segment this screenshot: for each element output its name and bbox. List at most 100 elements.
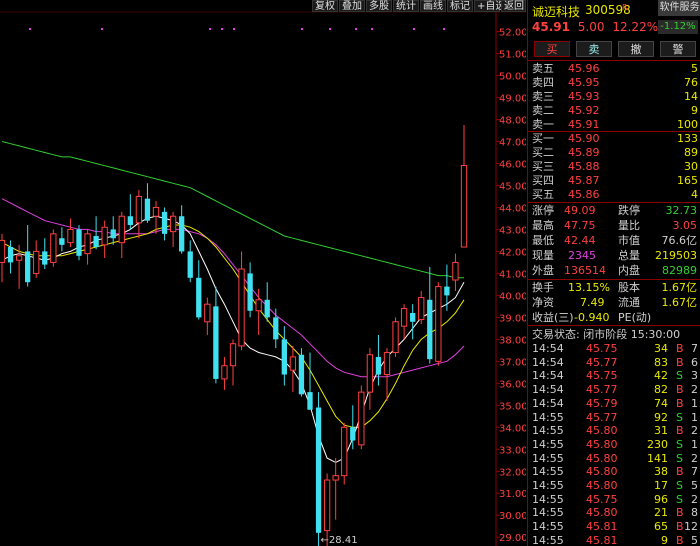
overlay-button[interactable]: 叠加 (339, 0, 365, 12)
y-tick-label: 30.00 (499, 511, 526, 522)
mkt-cap-value: 76.6亿 (661, 234, 698, 247)
eps-value: -0.940 (574, 311, 610, 324)
y-tick-label: 39.00 (499, 313, 526, 324)
trade-time: 14:55 (532, 533, 564, 546)
add-watchlist-button[interactable]: +自选 (474, 0, 505, 12)
inner-value: 82989 (662, 264, 697, 277)
y-tick-label: 46.00 (499, 159, 526, 170)
y-tick-label: 42.00 (499, 247, 526, 258)
candle-body (444, 286, 450, 296)
candle-body (110, 229, 116, 239)
candle-body (213, 306, 219, 379)
fuquan-button[interactable]: 复权 (312, 0, 338, 12)
y-tick-label: 45.00 (499, 181, 526, 192)
event-marker (209, 28, 211, 30)
event-marker (413, 28, 415, 30)
ma60-line (1, 141, 464, 279)
multi-stock-button[interactable]: 多股 (366, 0, 392, 12)
candle-body (392, 321, 399, 354)
y-tick-label: 43.00 (499, 225, 526, 236)
candle-body (307, 392, 313, 410)
candle-body (25, 251, 31, 283)
y-tick-label: 38.00 (499, 335, 526, 346)
back-button[interactable]: 返回 (501, 0, 526, 12)
candle-body (460, 164, 468, 248)
alert-button[interactable]: 警 (660, 41, 696, 57)
trade-price: 45.81 (586, 533, 618, 546)
mkt-cap-label: 市值 (618, 234, 640, 247)
mark-button[interactable]: 标记 (447, 0, 473, 12)
statistics-button[interactable]: 统计 (393, 0, 419, 12)
sell-button[interactable]: 卖 (576, 41, 612, 57)
event-marker (329, 28, 331, 30)
total-vol-label: 总量 (618, 249, 640, 262)
stock-title: 诚迈科技 300598 R 软件服务 (528, 0, 700, 19)
kline-svg[interactable]: 52.00 51.00 50.00 49.00 48.00 47.00 46.00 45.00… (0, 0, 526, 546)
candle-body (229, 343, 237, 367)
candle-body (383, 352, 391, 376)
candle-body (375, 356, 382, 375)
event-marker (355, 28, 357, 30)
candle-body (59, 238, 65, 245)
candle-body (204, 303, 211, 323)
price-change-pct: 12.22% (612, 20, 659, 34)
y-tick-label: 49.00 (499, 94, 526, 105)
equity-value: 1.67亿 (661, 281, 698, 294)
y-tick-label: 32.00 (499, 467, 526, 478)
candle-body (350, 427, 356, 441)
y-tick-label: 48.00 (499, 116, 526, 127)
y-tick-label: 47.00 (499, 138, 526, 149)
kline-chart[interactable]: 52.00 51.00 50.00 49.00 48.00 47.00 46.00 45.00… (0, 0, 526, 546)
turnover-value: 13.15% (568, 281, 610, 294)
y-tick-label: 36.00 (499, 379, 526, 390)
sector-button[interactable]: 软件服务 (658, 0, 700, 16)
y-tick-label: 52.00 (499, 28, 526, 39)
candle-body (127, 216, 133, 226)
candle-body (196, 277, 202, 318)
cancel-order-button[interactable]: 撤 (618, 41, 654, 57)
draw-line-button[interactable]: 画线 (420, 0, 446, 12)
candle-body (169, 215, 177, 233)
y-tick-label: 33.00 (499, 445, 526, 456)
y-tick-label: 29.00 (499, 533, 526, 544)
low-value: 42.44 (564, 234, 596, 247)
candle-body (144, 198, 151, 221)
candle-body (0, 239, 6, 263)
y-tick-label: 37.00 (499, 357, 526, 368)
candle-body (187, 251, 193, 278)
candle-body (358, 391, 365, 446)
candle-body (84, 233, 91, 255)
y-tick-label: 50.00 (499, 72, 526, 83)
vol-ratio-label: 量比 (618, 219, 640, 232)
vol-ratio-value: 3.05 (672, 219, 698, 232)
stock-name: 诚迈科技 (532, 5, 581, 19)
candle-body (410, 312, 416, 322)
candle-body (101, 226, 108, 246)
y-tick-label: 35.00 (499, 401, 526, 412)
sector-pct-badge: -1.12% (658, 20, 698, 34)
candle-body (298, 354, 305, 395)
candle-body (7, 247, 14, 263)
high-value: 47.75 (564, 219, 596, 232)
buy-button[interactable]: 买 (534, 41, 570, 57)
candle-body (42, 251, 48, 265)
candle-body (50, 233, 57, 263)
candle-body (76, 229, 82, 256)
limit-down-value: 32.73 (665, 204, 698, 217)
candle-body (238, 268, 245, 347)
pe-label: PE(动) (618, 311, 652, 324)
float-label: 流通 (618, 296, 640, 309)
candle-body (221, 365, 228, 380)
y-tick-label: 41.00 (499, 269, 526, 280)
candle-body (179, 216, 185, 252)
cur-vol-value: 2345 (568, 249, 596, 262)
nav-value: 7.49 (580, 296, 605, 309)
low-label: 最低 (532, 234, 554, 247)
candle-body (264, 299, 270, 318)
last-price: 45.91 (532, 20, 570, 34)
price-change: 5.00 (577, 20, 605, 34)
y-tick-label: 34.00 (499, 423, 526, 434)
stock-flag: R (622, 3, 628, 12)
min-price-label: ←28.41 (321, 535, 358, 546)
inner-label: 内盘 (618, 264, 640, 277)
